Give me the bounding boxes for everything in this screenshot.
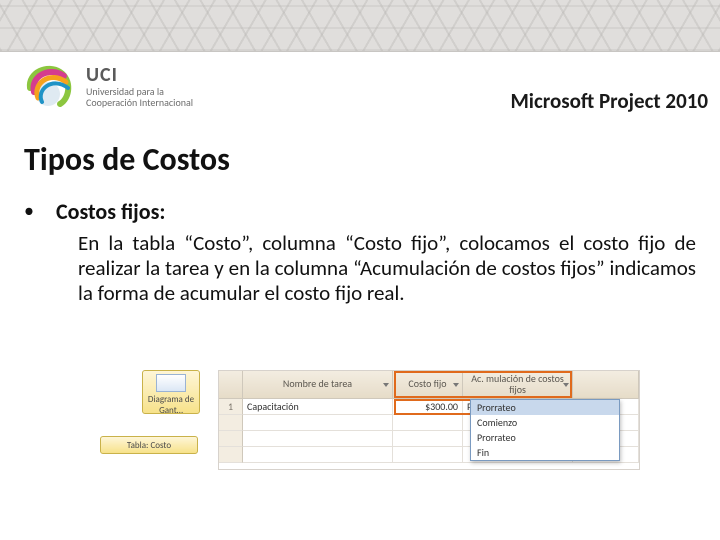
dropdown-option[interactable]: Comienzo xyxy=(471,415,619,430)
acumulacion-dropdown[interactable]: Prorrateo Comienzo Prorrateo Fin xyxy=(470,399,620,461)
logo-subtitle-2: Cooperación Internacional xyxy=(86,97,193,108)
ribbon-table-button[interactable]: Tabla: Costo xyxy=(100,436,198,454)
col-header-id[interactable] xyxy=(219,371,243,399)
ribbon-table-label: Tabla: Costo xyxy=(127,440,171,451)
logo-block: UCI Universidad para la Cooperación Inte… xyxy=(20,58,193,114)
uci-logo-icon xyxy=(20,58,76,114)
bullet-block: • Costos fijos: En la tabla “Costo”, col… xyxy=(24,198,696,307)
cell-empty[interactable] xyxy=(243,431,393,447)
cell-empty[interactable] xyxy=(393,415,463,431)
bullet-marker: • xyxy=(24,198,34,225)
cell-empty[interactable] xyxy=(243,415,393,431)
cell-task-name[interactable]: Capacitación xyxy=(243,399,393,415)
bullet-body: En la tabla “Costo”, columna “Costo fijo… xyxy=(78,231,696,307)
dropdown-option-selected[interactable]: Prorrateo xyxy=(471,400,619,415)
table-header-row: Nombre de tarea Costo fijo Ac. mulación … xyxy=(219,371,639,399)
cell-empty[interactable] xyxy=(393,431,463,447)
bullet-label: Costos fijos: xyxy=(56,198,165,225)
dropdown-option[interactable]: Fin xyxy=(471,445,619,460)
cell-row-id xyxy=(219,431,243,447)
dropdown-arrow-icon xyxy=(563,383,569,387)
cell-costo-fijo[interactable]: $300.00 xyxy=(393,399,463,415)
cell-row-id: 1 xyxy=(219,399,243,415)
dropdown-option[interactable]: Prorrateo xyxy=(471,430,619,445)
col-header-name[interactable]: Nombre de tarea xyxy=(243,371,393,399)
decorative-pattern xyxy=(0,0,720,52)
dropdown-arrow-icon xyxy=(453,383,459,387)
project-screenshot: Diagrama de Gant… Tabla: Costo Nombre de… xyxy=(100,370,640,490)
cell-row-id xyxy=(219,447,243,463)
col-header-name-label: Nombre de tarea xyxy=(283,379,352,390)
cell-empty[interactable] xyxy=(393,447,463,463)
col-header-acumulacion[interactable]: Ac. mulación de costos fijos xyxy=(463,371,573,399)
slide-title: Tipos de Costos xyxy=(24,140,230,179)
ribbon-gantt-label: Diagrama de Gant… xyxy=(148,394,194,416)
col-header-fijo-label: Costo fijo xyxy=(408,379,446,390)
col-header-costo-fijo[interactable]: Costo fijo xyxy=(393,371,463,399)
product-title: Microsoft Project 2010 xyxy=(510,88,708,114)
ribbon-gantt-button[interactable]: Diagrama de Gant… xyxy=(142,370,200,414)
dropdown-arrow-icon xyxy=(383,383,389,387)
col-header-acum-label: Ac. mulación de costos fijos xyxy=(466,374,569,395)
col-header-rest xyxy=(573,371,639,399)
logo-brand: UCI xyxy=(86,64,193,86)
gantt-icon xyxy=(156,374,186,392)
cell-row-id xyxy=(219,415,243,431)
cell-empty[interactable] xyxy=(243,447,393,463)
